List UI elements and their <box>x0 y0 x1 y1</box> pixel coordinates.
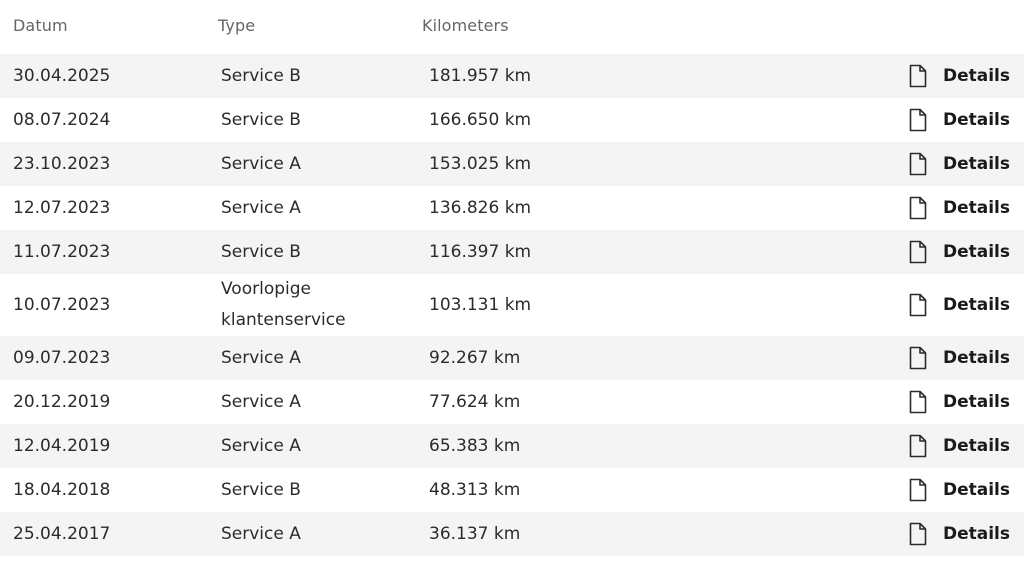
document-icon <box>909 346 927 370</box>
row-type: Voorlopige klantenservice <box>221 279 346 330</box>
row-type: Service B <box>221 109 301 130</box>
details-link[interactable]: Details <box>909 230 1010 274</box>
row-type: Service A <box>221 523 301 544</box>
column-header-type: Type <box>218 16 256 35</box>
details-link[interactable]: Details <box>909 424 1010 468</box>
row-type: Service A <box>221 347 301 368</box>
document-icon <box>909 240 927 264</box>
details-label: Details <box>942 198 1010 218</box>
row-date: 09.07.2023 <box>13 348 111 368</box>
details-label: Details <box>942 524 1010 544</box>
details-link[interactable]: Details <box>909 54 1010 98</box>
details-label: Details <box>942 295 1010 315</box>
row-type: Service B <box>221 241 301 262</box>
details-label: Details <box>942 392 1010 412</box>
row-kilometers: 103.131 km <box>429 295 532 315</box>
row-date: 25.04.2017 <box>13 524 111 544</box>
row-kilometers: 65.383 km <box>429 436 521 456</box>
row-kilometers: 181.957 km <box>429 66 532 86</box>
row-date: 10.07.2023 <box>13 295 111 315</box>
details-label: Details <box>942 436 1010 456</box>
document-icon <box>909 196 927 220</box>
row-kilometers: 48.313 km <box>429 480 521 500</box>
row-type: Service A <box>221 435 301 456</box>
document-icon <box>909 293 927 317</box>
details-label: Details <box>942 110 1010 130</box>
service-history-table: Datum Type Kilometers 30.04.2025 Service… <box>0 0 1024 556</box>
details-link[interactable]: Details <box>909 142 1010 186</box>
row-type: Service B <box>221 479 301 500</box>
details-label: Details <box>942 480 1010 500</box>
row-type: Service A <box>221 391 301 412</box>
row-kilometers: 136.826 km <box>429 198 532 218</box>
details-label: Details <box>942 348 1010 368</box>
row-kilometers: 77.624 km <box>429 392 521 412</box>
row-date: 18.04.2018 <box>13 480 111 500</box>
details-link[interactable]: Details <box>909 274 1010 336</box>
table-row: 09.07.2023 Service A 92.267 km Details <box>0 336 1024 380</box>
table-row: 12.04.2019 Service A 65.383 km Details <box>0 424 1024 468</box>
table-row: 08.07.2024 Service B 166.650 km Details <box>0 98 1024 142</box>
table-row: 25.04.2017 Service A 36.137 km Details <box>0 512 1024 556</box>
row-kilometers: 92.267 km <box>429 348 521 368</box>
row-date: 20.12.2019 <box>13 392 111 412</box>
details-link[interactable]: Details <box>909 186 1010 230</box>
column-header-date: Datum <box>13 16 68 35</box>
document-icon <box>909 522 927 546</box>
details-label: Details <box>942 154 1010 174</box>
table-row: 20.12.2019 Service A 77.624 km Details <box>0 380 1024 424</box>
details-link[interactable]: Details <box>909 512 1010 556</box>
row-type: Service B <box>221 65 301 86</box>
row-date: 12.04.2019 <box>13 436 111 456</box>
document-icon <box>909 152 927 176</box>
document-icon <box>909 478 927 502</box>
document-icon <box>909 434 927 458</box>
row-date: 11.07.2023 <box>13 242 111 262</box>
document-icon <box>909 64 927 88</box>
row-kilometers: 153.025 km <box>429 154 532 174</box>
row-type: Service A <box>221 153 301 174</box>
row-date: 30.04.2025 <box>13 66 111 86</box>
row-kilometers: 116.397 km <box>429 242 532 262</box>
details-link[interactable]: Details <box>909 98 1010 142</box>
table-row: 18.04.2018 Service B 48.313 km Details <box>0 468 1024 512</box>
table-row: 10.07.2023 Voorlopige klantenservice 103… <box>0 274 1024 336</box>
table-row: 23.10.2023 Service A 153.025 km Details <box>0 142 1024 186</box>
document-icon <box>909 390 927 414</box>
details-link[interactable]: Details <box>909 336 1010 380</box>
table-header: Datum Type Kilometers <box>0 0 1024 54</box>
row-type: Service A <box>221 197 301 218</box>
row-kilometers: 166.650 km <box>429 110 532 130</box>
row-date: 12.07.2023 <box>13 198 111 218</box>
document-icon <box>909 108 927 132</box>
table-row: 11.07.2023 Service B 116.397 km Details <box>0 230 1024 274</box>
details-label: Details <box>942 242 1010 262</box>
row-date: 23.10.2023 <box>13 154 111 174</box>
details-link[interactable]: Details <box>909 380 1010 424</box>
details-link[interactable]: Details <box>909 468 1010 512</box>
table-row: 30.04.2025 Service B 181.957 km Details <box>0 54 1024 98</box>
row-kilometers: 36.137 km <box>429 524 521 544</box>
details-label: Details <box>942 66 1010 86</box>
row-date: 08.07.2024 <box>13 110 111 130</box>
table-row: 12.07.2023 Service A 136.826 km Details <box>0 186 1024 230</box>
column-header-kilometers: Kilometers <box>422 16 509 35</box>
